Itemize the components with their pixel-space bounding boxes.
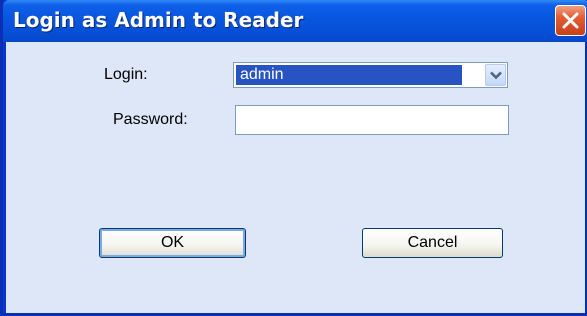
cancel-button[interactable]: Cancel (362, 228, 503, 258)
password-field[interactable] (235, 105, 509, 135)
close-button[interactable] (555, 5, 586, 36)
login-label: Login: (104, 66, 148, 83)
dropdown-button[interactable] (485, 64, 506, 86)
title-bar[interactable]: Login as Admin to Reader (3, 0, 587, 42)
login-selected-value[interactable]: admin (236, 65, 462, 85)
close-icon (562, 12, 579, 29)
chevron-down-icon (490, 71, 502, 80)
password-label: Password: (113, 111, 188, 128)
login-dialog: Login as Admin to Reader (0, 0, 587, 316)
ok-button[interactable]: OK (99, 228, 246, 258)
dialog-title: Login as Admin to Reader (13, 8, 304, 32)
login-select[interactable]: admin (233, 62, 508, 88)
